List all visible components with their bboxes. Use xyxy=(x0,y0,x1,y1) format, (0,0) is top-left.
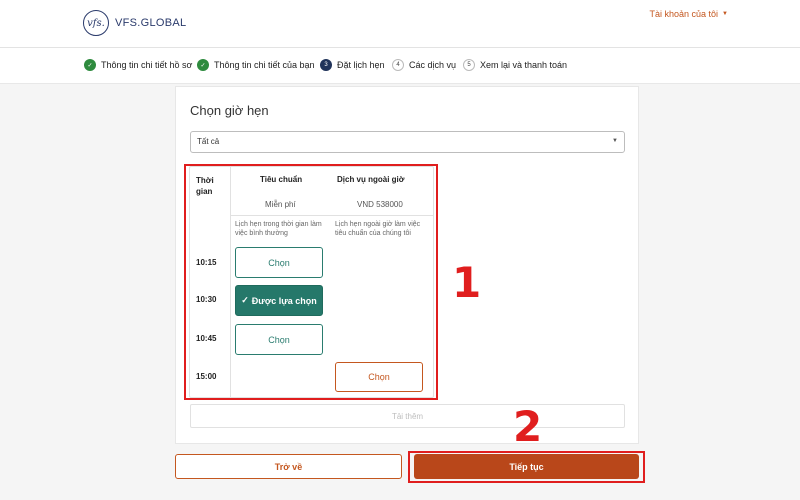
vfs-logo[interactable]: vfs. VFS.GLOBAL xyxy=(83,10,186,36)
annotation-box-slot-table xyxy=(184,164,438,400)
step-book-appointment[interactable]: 3 Đặt lịch hẹn xyxy=(320,59,385,71)
step-label: Thông tin chi tiết của bạn xyxy=(214,60,315,70)
step-label: Xem lại và thanh toán xyxy=(480,60,568,70)
step-label: Thông tin chi tiết hồ sơ xyxy=(101,60,193,70)
time-filter-select[interactable]: Tất cả ▼ xyxy=(190,131,625,153)
step-label: Đặt lịch hẹn xyxy=(337,60,385,70)
vfs-logo-icon: vfs. xyxy=(83,10,109,36)
select-value: Tất cả xyxy=(197,137,220,146)
check-circle-icon: ✓ xyxy=(84,59,96,71)
step-number-icon: 5 xyxy=(463,59,475,71)
page-title: Chọn giờ hẹn xyxy=(190,103,269,118)
step-profile-details[interactable]: ✓ Thông tin chi tiết hồ sơ xyxy=(84,59,192,71)
progress-stepper: ✓ Thông tin chi tiết hồ sơ ✓ Thông tin c… xyxy=(0,48,800,84)
account-label: Tài khoản của tôi xyxy=(649,9,719,19)
brand-name: VFS.GLOBAL xyxy=(115,17,187,29)
step-review-payment[interactable]: 5 Xem lại và thanh toán xyxy=(463,59,567,71)
step-number-icon: 4 xyxy=(392,59,404,71)
step-your-details[interactable]: ✓ Thông tin chi tiết của bạn xyxy=(197,59,315,71)
account-menu[interactable]: Tài khoản của tôi ▼ xyxy=(650,9,729,19)
annotation-number-2: 2 xyxy=(513,402,543,451)
chevron-down-icon: ▼ xyxy=(612,138,618,144)
step-number-icon: 3 xyxy=(320,59,332,71)
step-label: Các dịch vụ xyxy=(409,60,457,70)
load-more-button[interactable]: Tải thêm xyxy=(190,404,625,428)
step-services[interactable]: 4 Các dịch vụ xyxy=(392,59,456,71)
caret-down-icon: ▼ xyxy=(722,11,728,17)
annotation-box-continue xyxy=(408,451,645,483)
back-button[interactable]: Trở về xyxy=(175,454,402,479)
top-header: vfs. VFS.GLOBAL Tài khoản của tôi ▼ xyxy=(0,0,800,48)
check-circle-icon: ✓ xyxy=(197,59,209,71)
annotation-number-1: 1 xyxy=(452,258,482,307)
